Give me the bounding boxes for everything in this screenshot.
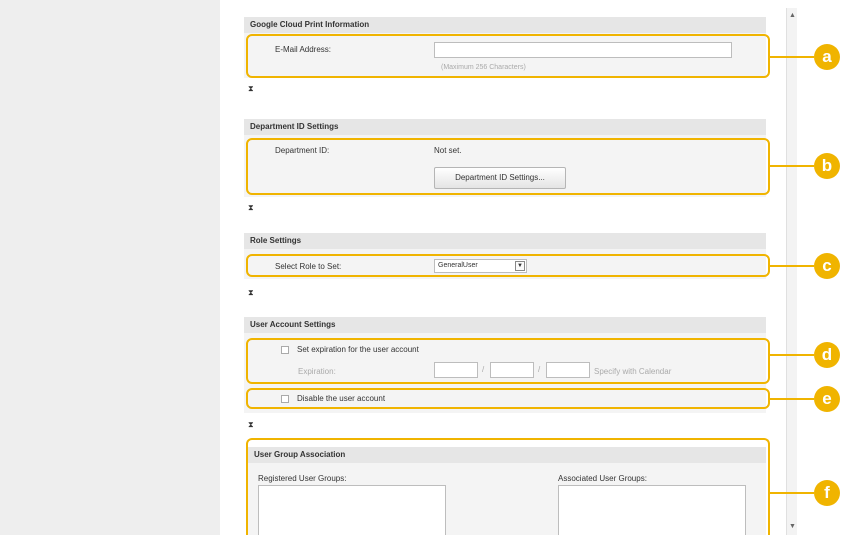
vertical-scrollbar[interactable]: ▲ ▼ (786, 8, 797, 535)
disable-account-label: Disable the user account (297, 394, 386, 403)
callout-badge-c: c (814, 253, 840, 279)
hourglass-collapse-icon[interactable]: ⧗ (248, 84, 254, 94)
callout-line-c (770, 265, 814, 267)
expiration-checkbox-label: Set expiration for the user account (297, 345, 419, 354)
registered-groups-list[interactable] (258, 485, 446, 535)
department-id-label: Department ID: (275, 146, 330, 155)
specify-with-calendar-link[interactable]: Specify with Calendar (594, 367, 671, 376)
callout-line-f (770, 492, 814, 494)
section-header-role: Role Settings (244, 233, 766, 249)
scroll-down-icon[interactable]: ▼ (789, 523, 796, 530)
expiration-year-field[interactable] (434, 362, 478, 378)
role-select-value: GeneralUser (438, 262, 478, 269)
associated-groups-label: Associated User Groups: (558, 474, 647, 483)
department-id-settings-button[interactable]: Department ID Settings... (434, 167, 566, 189)
callout-badge-a: a (814, 44, 840, 70)
section-header-google-cloud: Google Cloud Print Information (244, 17, 766, 33)
callout-line-b (770, 165, 814, 167)
triangle-down-icon[interactable]: ▼ (515, 261, 525, 271)
callout-line-d (770, 354, 814, 356)
email-field[interactable] (434, 42, 732, 58)
expiration-day-field[interactable] (546, 362, 590, 378)
callout-badge-b: b (814, 153, 840, 179)
section-header-groups: User Group Association (248, 447, 766, 463)
hourglass-collapse-icon[interactable]: ⧗ (248, 288, 254, 298)
date-separator: / (482, 365, 485, 374)
hourglass-collapse-icon[interactable]: ⧗ (248, 420, 254, 430)
expiration-checkbox[interactable] (281, 346, 289, 354)
select-role-label: Select Role to Set: (275, 262, 342, 271)
callout-line-e (770, 398, 814, 400)
hourglass-collapse-icon[interactable]: ⧗ (248, 203, 254, 213)
role-select[interactable]: GeneralUser ▼ (434, 259, 527, 273)
section-header-department: Department ID Settings (244, 119, 766, 135)
scroll-up-icon[interactable]: ▲ (789, 12, 796, 19)
left-nav-pane (0, 0, 220, 535)
expiration-month-field[interactable] (490, 362, 534, 378)
email-label: E-Mail Address: (275, 45, 332, 54)
expiration-label: Expiration: (298, 367, 336, 376)
email-hint: (Maximum 256 Characters) (441, 64, 526, 71)
callout-badge-f: f (814, 480, 840, 506)
date-separator: / (538, 365, 541, 374)
associated-groups-list[interactable] (558, 485, 746, 535)
section-header-account: User Account Settings (244, 317, 766, 333)
callout-line-a (770, 56, 814, 58)
registered-groups-label: Registered User Groups: (258, 474, 347, 483)
callout-badge-d: d (814, 342, 840, 368)
disable-account-checkbox[interactable] (281, 395, 289, 403)
department-id-value: Not set. (434, 146, 462, 155)
callout-badge-e: e (814, 386, 840, 412)
